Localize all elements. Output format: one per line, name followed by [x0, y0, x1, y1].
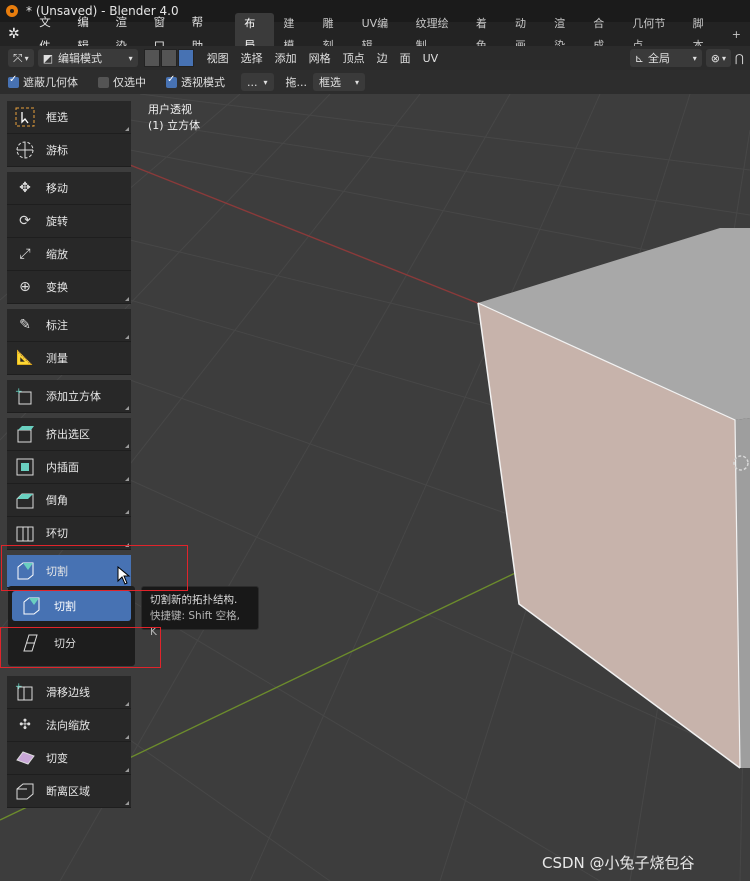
- viewport-header: ⤧ ▾ ◩ 编辑模式 ▾ 视图 选择 添加 网格 顶点 边 面 UV ⊾ 全局 ▾…: [0, 46, 750, 70]
- orientation-dropdown[interactable]: ⊾ 全局 ▾: [629, 49, 702, 67]
- tool-shrink-fatten[interactable]: ✣ 法向缩放: [7, 709, 131, 742]
- transform-icon: ⊕: [19, 279, 31, 295]
- tool-edge-slide[interactable]: + 滑移边线: [7, 676, 131, 709]
- viewport-info: 用户透视 (1) 立方体: [148, 102, 200, 134]
- blender-logo-icon: [6, 5, 18, 17]
- only-selected-checkbox[interactable]: 仅选中: [98, 74, 146, 90]
- shrink-fatten-icon: ✣: [19, 717, 31, 733]
- tool-rotate[interactable]: ⟳ 旋转: [7, 205, 131, 238]
- axes-icon: ⤧: [13, 50, 23, 65]
- toolbar: 框选 游标 ✥ 移动 ⟳ 旋转 ⤢ 缩放 ⊕ 变换 ✎ 标注 📐 测量 + 添加…: [7, 101, 131, 588]
- tool-options-bar: 遮蔽几何体 仅选中 透视模式 ...▾ 拖... 框选▾: [0, 70, 750, 94]
- menu-uv[interactable]: UV: [417, 52, 445, 65]
- orientation-icon: ⊾: [634, 51, 644, 65]
- bevel-icon: [14, 489, 36, 511]
- drag-label: 拖...: [285, 76, 308, 89]
- svg-text:+: +: [15, 387, 23, 397]
- menu-face[interactable]: 面: [394, 50, 417, 66]
- chevron-down-icon: ▾: [128, 53, 133, 63]
- mouse-pointer-icon: [117, 566, 131, 585]
- measure-icon: 📐: [16, 350, 34, 366]
- menu-select[interactable]: 选择: [235, 50, 269, 66]
- rotate-icon: ⟳: [19, 213, 31, 229]
- snapping-dropdown[interactable]: ⊗ ▾: [705, 49, 731, 67]
- menu-vertex[interactable]: 顶点: [337, 50, 371, 66]
- toolbar-lower: + 滑移边线 ✣ 法向缩放 切变 断离区域: [7, 676, 131, 808]
- select-mode-buttons: [143, 49, 195, 67]
- tool-annotate[interactable]: ✎ 标注: [7, 309, 131, 342]
- tool-cursor[interactable]: 游标: [7, 134, 131, 167]
- svg-text:+: +: [15, 682, 23, 692]
- add-workspace-button[interactable]: +: [723, 24, 750, 46]
- edge-slide-icon: +: [14, 681, 36, 703]
- xray-checkbox[interactable]: 透视模式: [166, 74, 225, 90]
- drag-mode-dropdown[interactable]: 框选 ▾: [313, 73, 366, 91]
- chevron-down-icon: ▾: [263, 77, 268, 87]
- menu-mesh[interactable]: 网格: [303, 50, 337, 66]
- mode-dropdown[interactable]: ◩ 编辑模式 ▾: [37, 49, 138, 67]
- tool-add-cube[interactable]: + 添加立方体: [7, 380, 131, 413]
- extrude-icon: [14, 423, 36, 445]
- blender-menu-icon[interactable]: ✲: [8, 26, 25, 42]
- select-box-icon: [14, 106, 36, 128]
- annotate-icon: ✎: [19, 317, 31, 333]
- tool-bevel[interactable]: 倒角: [7, 484, 131, 517]
- tool-move[interactable]: ✥ 移动: [7, 172, 131, 205]
- menu-view[interactable]: 视图: [201, 50, 235, 66]
- edit-mode-icon: ◩: [42, 51, 54, 65]
- tooltip-shortcut: 快捷键: Shift 空格, K: [150, 610, 240, 638]
- chevron-down-icon: ▾: [355, 77, 360, 87]
- tool-select-box[interactable]: 框选: [7, 101, 131, 134]
- tooltip: 切割新的拓扑结构. 快捷键: Shift 空格, K: [141, 586, 259, 638]
- highlight-bisect-item: [0, 627, 161, 668]
- loop-cut-icon: [14, 522, 36, 544]
- cursor-icon: [14, 139, 36, 161]
- rip-region-icon: [14, 780, 36, 802]
- tool-rip-region[interactable]: 断离区域: [7, 775, 131, 808]
- tool-measure[interactable]: 📐 测量: [7, 342, 131, 375]
- watermark: CSDN @小兔子烧包谷: [542, 854, 695, 872]
- add-cube-icon: +: [14, 385, 36, 407]
- face-select-button[interactable]: [177, 49, 194, 67]
- chevron-down-icon: ▾: [692, 53, 697, 63]
- occlude-geometry-checkbox[interactable]: 遮蔽几何体: [8, 74, 78, 90]
- move-icon: ✥: [19, 180, 31, 196]
- tool-shear[interactable]: 切变: [7, 742, 131, 775]
- menu-bar: ✲ 文件 编辑 渲染 窗口 帮助 布局 建模 雕刻 UV编辑 纹理绘制 着色 动…: [0, 12, 750, 57]
- tooltip-description: 切割新的拓扑结构.: [150, 594, 238, 606]
- magnet-icon[interactable]: ⋂: [735, 52, 744, 65]
- shear-icon: [14, 747, 36, 769]
- highlight-knife-tool: [1, 545, 188, 591]
- editor-type-button[interactable]: ⤧ ▾: [8, 49, 34, 67]
- vertex-select-button[interactable]: [143, 49, 160, 67]
- tool-extrude[interactable]: 挤出选区: [7, 418, 131, 451]
- inset-icon: [14, 456, 36, 478]
- active-object-name: (1) 立方体: [148, 119, 201, 132]
- scale-icon: ⤢: [19, 246, 31, 262]
- edge-select-button[interactable]: [160, 49, 177, 67]
- view-name: 用户透视: [148, 103, 192, 116]
- flyout-item-knife[interactable]: 切割: [12, 591, 131, 621]
- knife-icon: [20, 595, 42, 617]
- tool-transform[interactable]: ⊕ 变换: [7, 271, 131, 304]
- tool-scale[interactable]: ⤢ 缩放: [7, 238, 131, 271]
- more-dropdown[interactable]: ... ▾: [241, 73, 274, 91]
- menu-add[interactable]: 添加: [269, 50, 303, 66]
- link-icon: ⊗: [710, 51, 720, 65]
- tool-inset[interactable]: 内插面: [7, 451, 131, 484]
- menu-edge[interactable]: 边: [371, 50, 394, 66]
